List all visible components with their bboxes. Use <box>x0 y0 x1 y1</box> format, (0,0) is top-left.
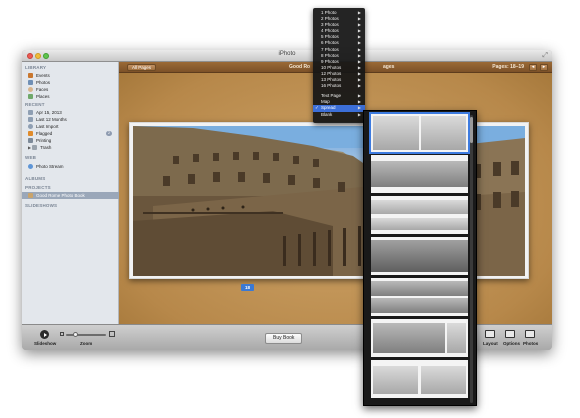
section-header-recent: RECENT <box>25 102 45 107</box>
section-header-albums: ALBUMS <box>25 176 46 181</box>
window-title: iPhoto <box>278 51 296 57</box>
source-list-sidebar: LIBRARY Events Photos Faces Places RECEN… <box>22 62 119 324</box>
layout-thumbnail <box>371 298 468 313</box>
sidebar-item-faces[interactable]: Faces <box>28 86 116 93</box>
layout-option[interactable] <box>371 155 468 193</box>
buy-book-button[interactable]: Buy Book <box>265 333 303 344</box>
book-title: Good Ro <box>289 64 311 70</box>
zoom-out-icon[interactable] <box>60 332 64 336</box>
layout-thumbnail <box>371 161 468 187</box>
sidebar-item-good-rome-photo-book[interactable]: Good Rome Photo Book <box>22 192 119 199</box>
section-header-slideshows: SLIDESHOWS <box>25 203 58 208</box>
layout-thumbnail <box>421 116 466 150</box>
layout-option[interactable] <box>371 237 468 275</box>
disclosure-triangle-icon[interactable]: ▶ <box>28 145 31 150</box>
clock-icon <box>28 123 33 129</box>
flagged-count-badge: 2 <box>106 131 112 136</box>
layout-label[interactable]: Layout <box>483 341 498 346</box>
layout-icon[interactable] <box>485 330 495 338</box>
photos-label[interactable]: Photos <box>523 341 538 346</box>
slideshow-play-icon[interactable] <box>40 330 49 339</box>
places-icon <box>28 93 33 99</box>
layout-thumbnail <box>373 366 418 394</box>
layout-thumbnail <box>447 323 466 353</box>
layout-thumbnail <box>373 323 445 353</box>
photo-stream-icon <box>28 163 33 169</box>
submenu-arrow-icon: ▶ <box>357 111 361 117</box>
fullscreen-icon[interactable]: ⤢ <box>542 52 548 60</box>
sidebar-item-last-12-months[interactable]: Last 12 Months <box>28 116 116 123</box>
faces-icon <box>28 86 33 92</box>
menu-item-photos-12[interactable]: 16 Photos ▶ <box>313 83 365 89</box>
options-label[interactable]: Options <box>503 341 520 346</box>
next-page-button[interactable]: ▸ <box>540 64 548 71</box>
layout-thumbnail <box>421 366 466 394</box>
previous-page-button[interactable]: ◂ <box>529 64 537 71</box>
menu-item-blank[interactable]: Blank ▶ <box>313 112 365 118</box>
zoom-slider-knob[interactable] <box>73 332 78 337</box>
options-icon[interactable] <box>505 330 515 338</box>
layout-option[interactable] <box>369 112 470 154</box>
sidebar-item-apr-15-2013[interactable]: Apr 15, 2013 <box>28 109 116 116</box>
zoom-slider[interactable] <box>66 334 106 336</box>
layout-option[interactable] <box>371 319 468 357</box>
layout-thumbnail <box>371 281 468 296</box>
layout-thumbnail <box>371 218 468 230</box>
event-icon <box>28 109 33 115</box>
layout-option[interactable] <box>371 196 468 234</box>
slideshow-label[interactable]: Slideshow <box>34 341 56 346</box>
title-bar[interactable]: iPhoto ⤢ <box>22 50 552 62</box>
section-header-web: WEB <box>25 155 37 160</box>
sidebar-item-events[interactable]: Events <box>28 72 116 79</box>
submenu-arrow-icon: ▶ <box>357 83 361 89</box>
sidebar-item-flagged[interactable]: Flagged 2 <box>28 130 116 137</box>
sidebar-item-photos[interactable]: Photos <box>28 79 116 86</box>
all-pages-button[interactable]: All Pages <box>127 64 157 71</box>
layout-thumbnail <box>371 200 468 214</box>
layout-thumbnail <box>371 240 468 272</box>
layout-thumbnail <box>373 116 419 150</box>
picker-scrollbar-thumb[interactable] <box>470 117 473 143</box>
sidebar-item-last-import[interactable]: Last Import <box>28 123 116 130</box>
trash-icon <box>32 144 38 150</box>
section-header-projects: PROJECTS <box>25 185 51 190</box>
events-icon <box>28 72 33 78</box>
flag-icon <box>28 130 33 136</box>
layout-option[interactable] <box>371 278 468 316</box>
zoom-in-icon[interactable] <box>109 331 115 337</box>
calendar-icon <box>28 116 33 122</box>
sidebar-item-printing[interactable]: Printing <box>28 137 116 144</box>
section-header-library: LIBRARY <box>25 65 47 70</box>
page-number-badge[interactable]: 18 <box>241 284 255 291</box>
picker-scrollbar[interactable] <box>470 115 473 403</box>
sidebar-item-photo-stream[interactable]: Photo Stream <box>28 163 116 170</box>
pages-indicator: Pages: 18–19 <box>492 64 524 70</box>
sidebar-item-places[interactable]: Places <box>28 93 116 100</box>
photos-browser-icon[interactable] <box>525 330 535 338</box>
spread-layout-picker <box>363 110 477 406</box>
book-title-tail: ages <box>383 64 395 70</box>
page-layout-menu: 1 Photo ▶ 2 Photos ▶ 3 Photos ▶ 4 Photos ▶ 5 Pho… <box>313 8 365 123</box>
layout-option[interactable] <box>371 360 468 398</box>
sidebar-item-trash[interactable]: ▶ Trash <box>28 144 116 151</box>
zoom-label: Zoom <box>80 341 93 346</box>
photos-icon <box>28 79 33 85</box>
printer-icon <box>28 137 33 143</box>
book-icon <box>28 192 33 198</box>
